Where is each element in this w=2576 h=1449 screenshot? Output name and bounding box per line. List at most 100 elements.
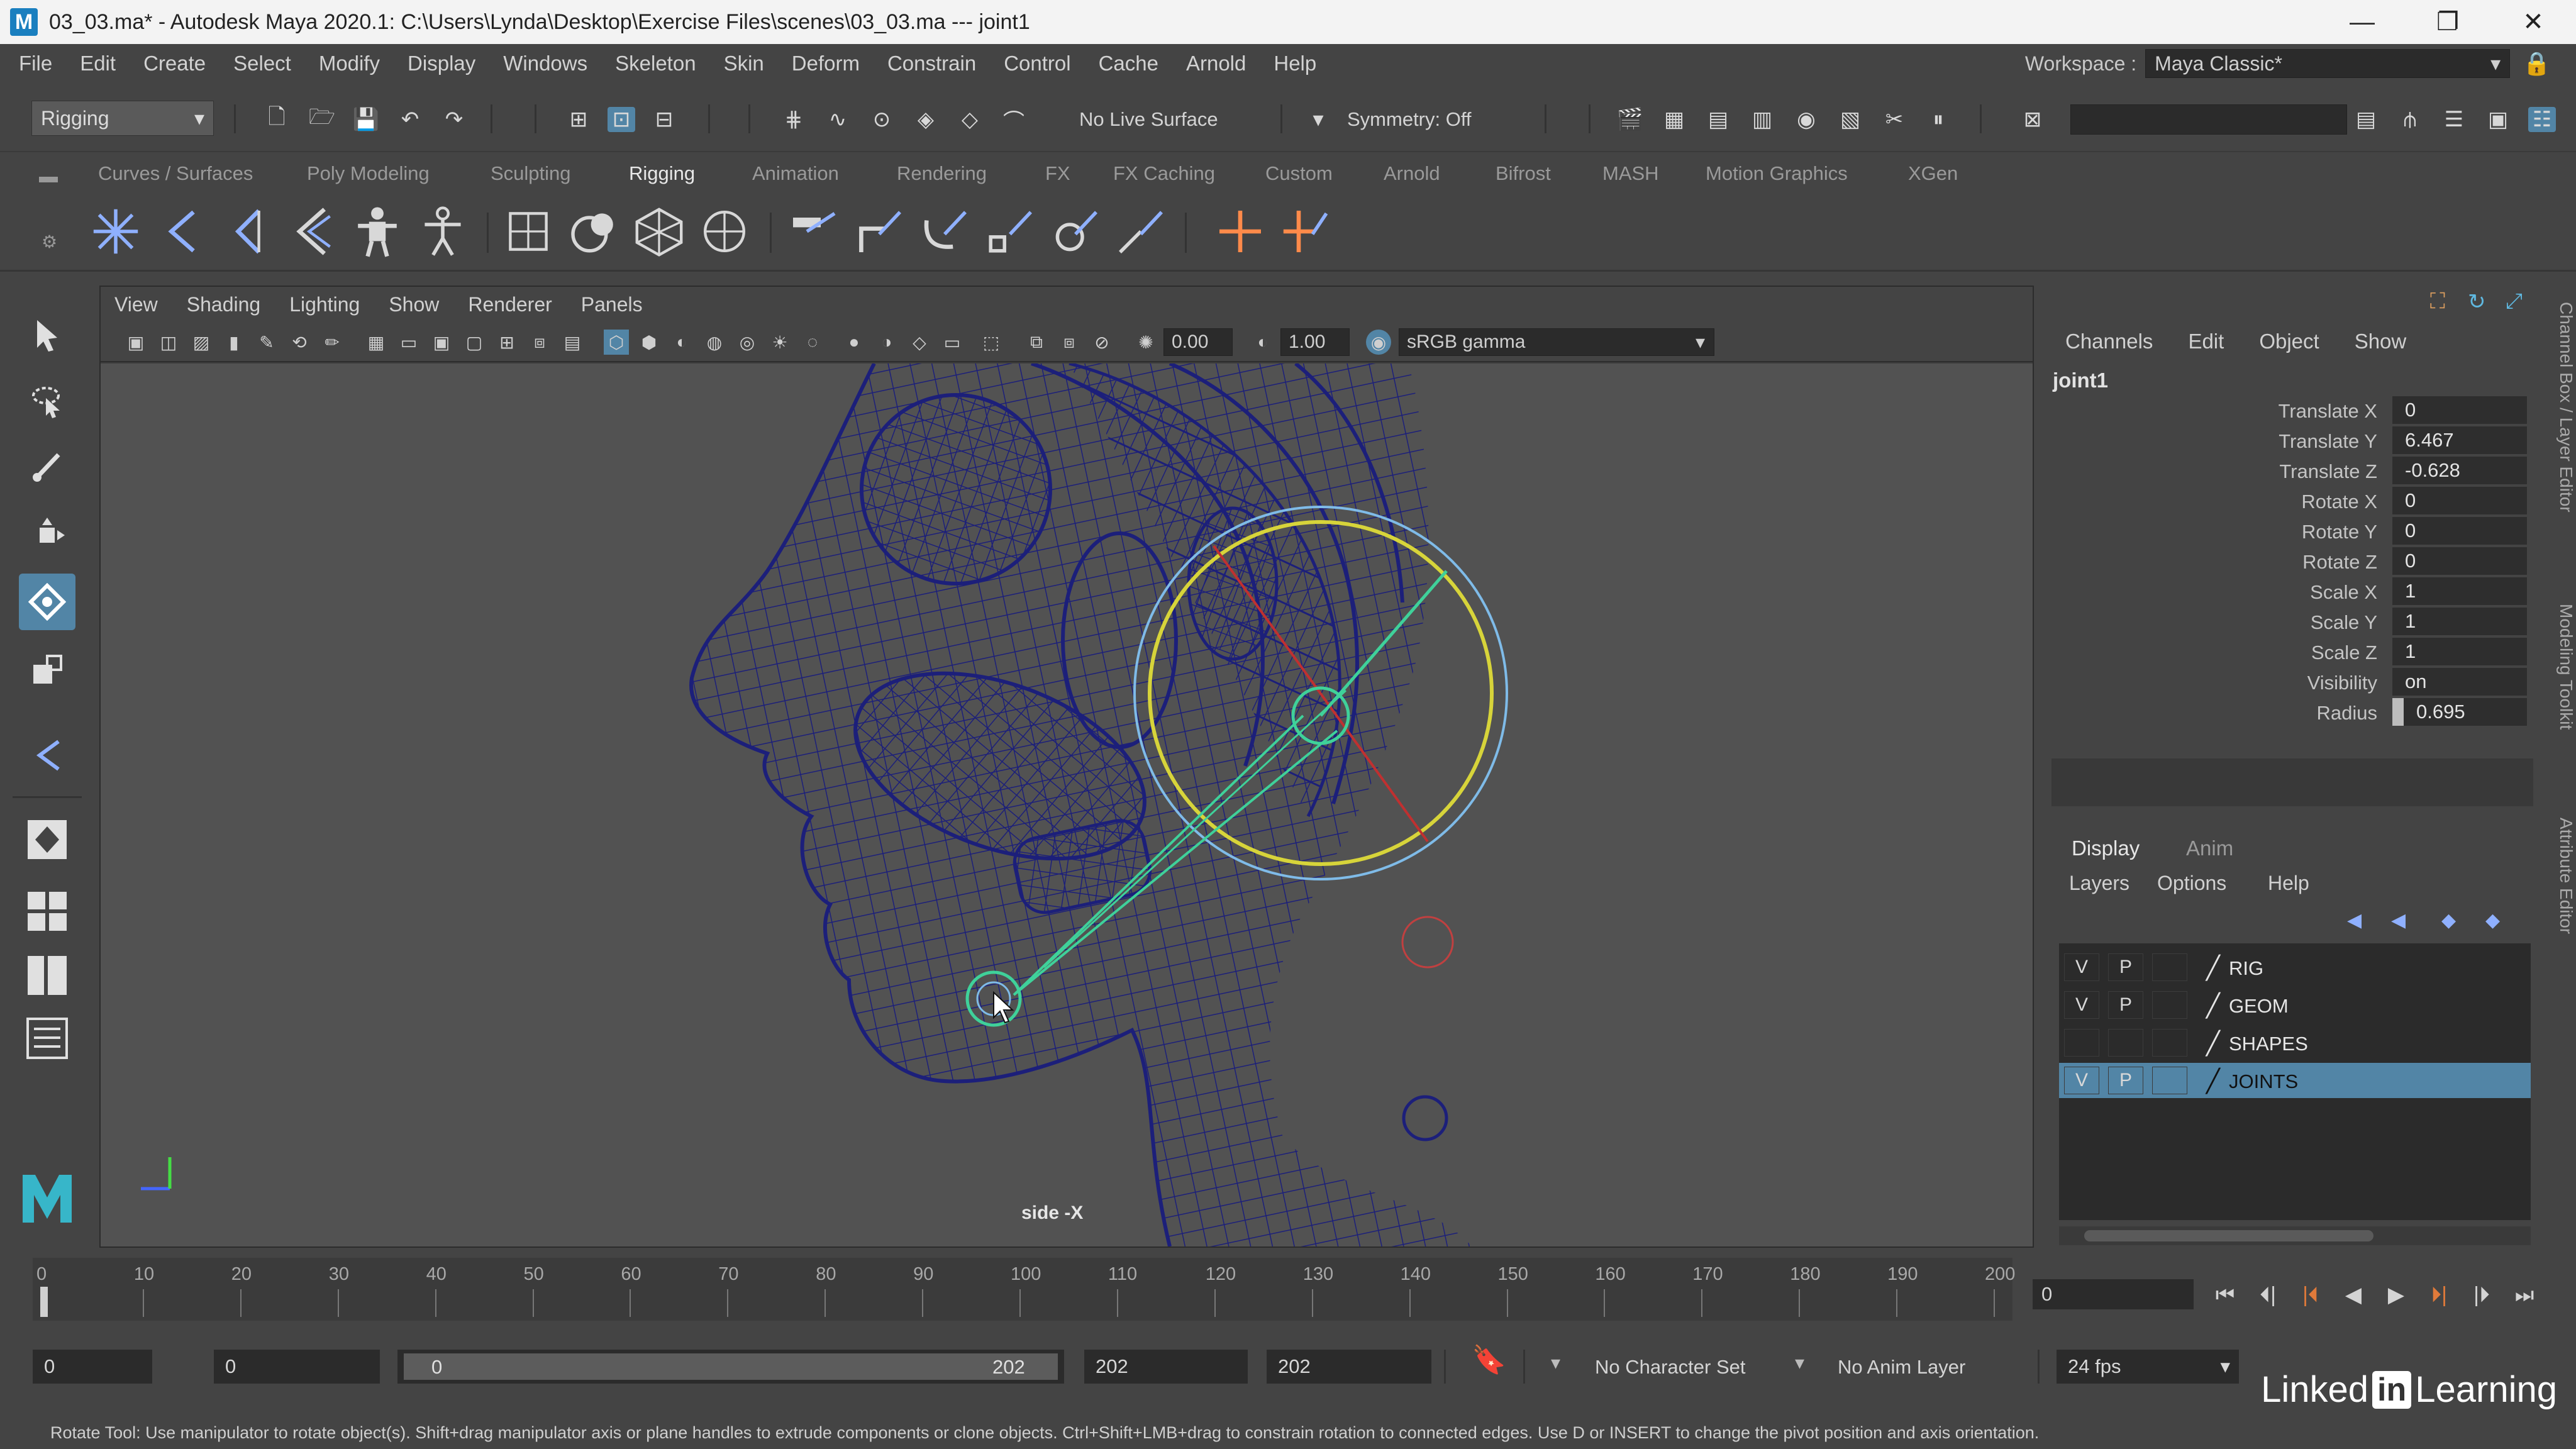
range-slider-bar-fill[interactable] xyxy=(404,1353,1058,1380)
chevron-down-icon[interactable]: ▾ xyxy=(1795,1352,1804,1374)
depth-of-field-icon[interactable]: ▭ xyxy=(940,330,965,355)
workspace-dropdown[interactable]: Maya Classic* ▾ xyxy=(2145,49,2511,78)
restore-button[interactable]: ❐ xyxy=(2405,0,2490,44)
layer-visibility-toggle[interactable] xyxy=(2064,1029,2099,1057)
render-setup-icon[interactable]: ▧ xyxy=(1836,107,1864,132)
chevron-down-icon[interactable]: ▾ xyxy=(1304,107,1332,132)
snap-point-icon[interactable]: ⊙ xyxy=(868,107,896,132)
pole-vector-icon[interactable] xyxy=(1113,204,1169,259)
menu-constrain[interactable]: Constrain xyxy=(887,52,976,75)
side-tab-modeling-toolkit[interactable]: Modeling Toolkit xyxy=(2538,604,2576,730)
image-plane-icon[interactable]: ▮ xyxy=(221,330,247,355)
menu-deform[interactable]: Deform xyxy=(792,52,860,75)
side-tab-attribute-editor[interactable]: Attribute Editor xyxy=(2538,818,2576,934)
layer-menu-options[interactable]: Options xyxy=(2157,872,2226,895)
chevron-down-icon[interactable]: ▾ xyxy=(1551,1352,1560,1374)
select-object-icon[interactable]: ⊡ xyxy=(608,107,635,132)
go-to-end-icon[interactable]: ⏭ xyxy=(2507,1279,2542,1311)
move-layer-up-icon[interactable]: ◀ xyxy=(2347,909,2362,931)
layer-playback-toggle[interactable]: P xyxy=(2108,991,2143,1019)
fps-dropdown[interactable]: 24 fps ▾ xyxy=(2057,1350,2239,1384)
step-forward-key-icon[interactable]: ⏵| xyxy=(2421,1279,2457,1311)
step-back-frame-icon[interactable]: ⏴| xyxy=(2250,1279,2285,1311)
aim-constraint-icon[interactable] xyxy=(1048,204,1103,259)
motion-blur-icon[interactable]: ◑ xyxy=(874,330,899,355)
grease-pencil-icon[interactable]: ⟲ xyxy=(287,330,312,355)
channel-box-menu-show[interactable]: Show xyxy=(2355,330,2407,353)
isolate-select-icon[interactable]: ⬚ xyxy=(979,330,1004,355)
menu-select[interactable]: Select xyxy=(233,52,291,75)
menu-skeleton[interactable]: Skeleton xyxy=(615,52,696,75)
shelf-tab-rigging[interactable]: Rigging xyxy=(629,162,695,185)
orient-constraint-icon[interactable] xyxy=(917,204,972,259)
smooth-shade-icon[interactable]: ⬢ xyxy=(636,330,662,355)
xray-icon[interactable]: ◌ xyxy=(800,330,825,355)
use-all-lights-icon[interactable]: ◎ xyxy=(735,330,760,355)
attribute-value-field[interactable]: -0.628 xyxy=(2392,457,2527,484)
play-backwards-icon[interactable]: ◀ xyxy=(2336,1279,2371,1311)
exposure-field[interactable]: 0.00 xyxy=(1163,328,1233,356)
anim-layer-label[interactable]: No Anim Layer xyxy=(1838,1356,1965,1379)
playback-end-field[interactable]: 202 xyxy=(1084,1350,1248,1384)
layer-visibility-toggle[interactable]: V xyxy=(2064,1067,2099,1094)
attribute-value-field[interactable]: 0.695 xyxy=(2392,698,2527,726)
field-chart-icon[interactable]: ⊞ xyxy=(494,330,519,355)
scrollbar-thumb[interactable] xyxy=(2084,1230,2373,1241)
2d-pan-zoom-icon[interactable]: ✎ xyxy=(254,330,279,355)
camera-attributes-icon[interactable]: ◫ xyxy=(156,330,181,355)
attribute-label[interactable]: Scale Y xyxy=(2311,611,2377,634)
menu-arnold[interactable]: Arnold xyxy=(1186,52,1246,75)
layer-menu-layers[interactable]: Layers xyxy=(2069,872,2129,895)
live-surface-label[interactable]: No Live Surface xyxy=(1079,108,1218,131)
panel-menu-panels[interactable]: Panels xyxy=(581,293,643,316)
parent-constraint-icon[interactable] xyxy=(786,204,841,259)
channel-box-sync-icon[interactable]: ↻ xyxy=(2468,289,2486,314)
close-button[interactable]: ✕ xyxy=(2490,0,2576,44)
xray-joints-icon[interactable]: ⧉ xyxy=(1024,330,1049,355)
attribute-label[interactable]: Translate X xyxy=(2279,400,2377,423)
attribute-value-field[interactable]: 0 xyxy=(2392,517,2527,545)
panel-menu-show[interactable]: Show xyxy=(389,293,439,316)
paint-skin-weights-icon[interactable] xyxy=(566,204,621,259)
channel-box-expand-icon[interactable]: ⤢ xyxy=(2506,289,2523,314)
layer-name[interactable]: SHAPES xyxy=(2229,1033,2308,1055)
backface-culling-icon[interactable]: ⊘ xyxy=(1089,330,1114,355)
current-frame-field[interactable]: 0 xyxy=(2033,1279,2194,1309)
layer-name[interactable]: JOINTS xyxy=(2229,1070,2298,1093)
start-time-field[interactable]: 0 xyxy=(33,1350,152,1384)
lattice-icon[interactable] xyxy=(631,204,687,259)
render-view-icon[interactable]: 🎬 xyxy=(1616,107,1644,132)
attribute-value-field[interactable]: on xyxy=(2392,668,2527,696)
hypershade-icon[interactable]: ◉ xyxy=(1792,107,1820,132)
snap-edge-icon[interactable]: ⌒ xyxy=(1000,107,1028,134)
attribute-label[interactable]: Visibility xyxy=(2307,672,2377,694)
gamma-icon[interactable]: ◐ xyxy=(1250,330,1275,355)
view-transform-dropdown[interactable]: sRGB gamma ▾ xyxy=(1399,328,1714,356)
scale-constraint-icon[interactable] xyxy=(982,204,1038,259)
panel-menu-renderer[interactable]: Renderer xyxy=(468,293,552,316)
bookmark-icon[interactable]: ▨ xyxy=(189,330,214,355)
layer-playback-toggle[interactable]: P xyxy=(2108,953,2143,981)
cluster-icon[interactable] xyxy=(1278,204,1333,259)
shelf-tab-fx[interactable]: FX xyxy=(1045,162,1070,185)
locator-icon[interactable] xyxy=(1213,204,1268,259)
layer-tab-anim[interactable]: Anim xyxy=(2186,836,2233,860)
outliner-layout-icon[interactable] xyxy=(19,1010,75,1067)
layer-playback-toggle[interactable] xyxy=(2108,1029,2143,1057)
shelf-tab-curves-surfaces[interactable]: Curves / Surfaces xyxy=(98,162,253,185)
character-set-label[interactable]: No Character Set xyxy=(1595,1356,1746,1379)
channel-box-mode-icon[interactable]: ⛶ xyxy=(2430,289,2445,314)
exposure-icon[interactable]: ✺ xyxy=(1133,330,1158,355)
select-hierarchy-icon[interactable]: ⊞ xyxy=(565,107,592,132)
layer-display-type-toggle[interactable] xyxy=(2152,1067,2187,1094)
light-editor-icon[interactable]: ✂ xyxy=(1880,107,1908,132)
redo-icon[interactable]: ↷ xyxy=(440,107,468,132)
layer-display-type-toggle[interactable] xyxy=(2152,953,2187,981)
resolution-gate-icon[interactable]: ▣ xyxy=(429,330,454,355)
step-back-key-icon[interactable]: |⏴ xyxy=(2293,1279,2328,1311)
new-empty-layer-icon[interactable]: ◆ xyxy=(2441,909,2456,931)
attribute-label[interactable]: Translate Z xyxy=(2279,460,2377,483)
ipr-render-icon[interactable]: ▤ xyxy=(1704,107,1732,132)
layer-list-scrollbar[interactable] xyxy=(2059,1226,2531,1245)
save-scene-icon[interactable]: 💾 xyxy=(352,107,380,132)
